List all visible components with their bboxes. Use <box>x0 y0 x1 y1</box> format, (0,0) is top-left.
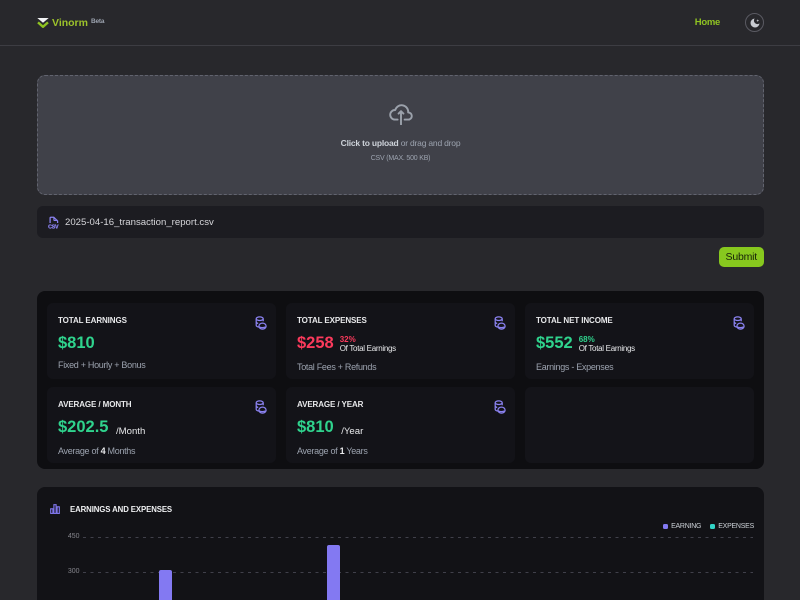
svg-text:CSV: CSV <box>48 224 59 229</box>
